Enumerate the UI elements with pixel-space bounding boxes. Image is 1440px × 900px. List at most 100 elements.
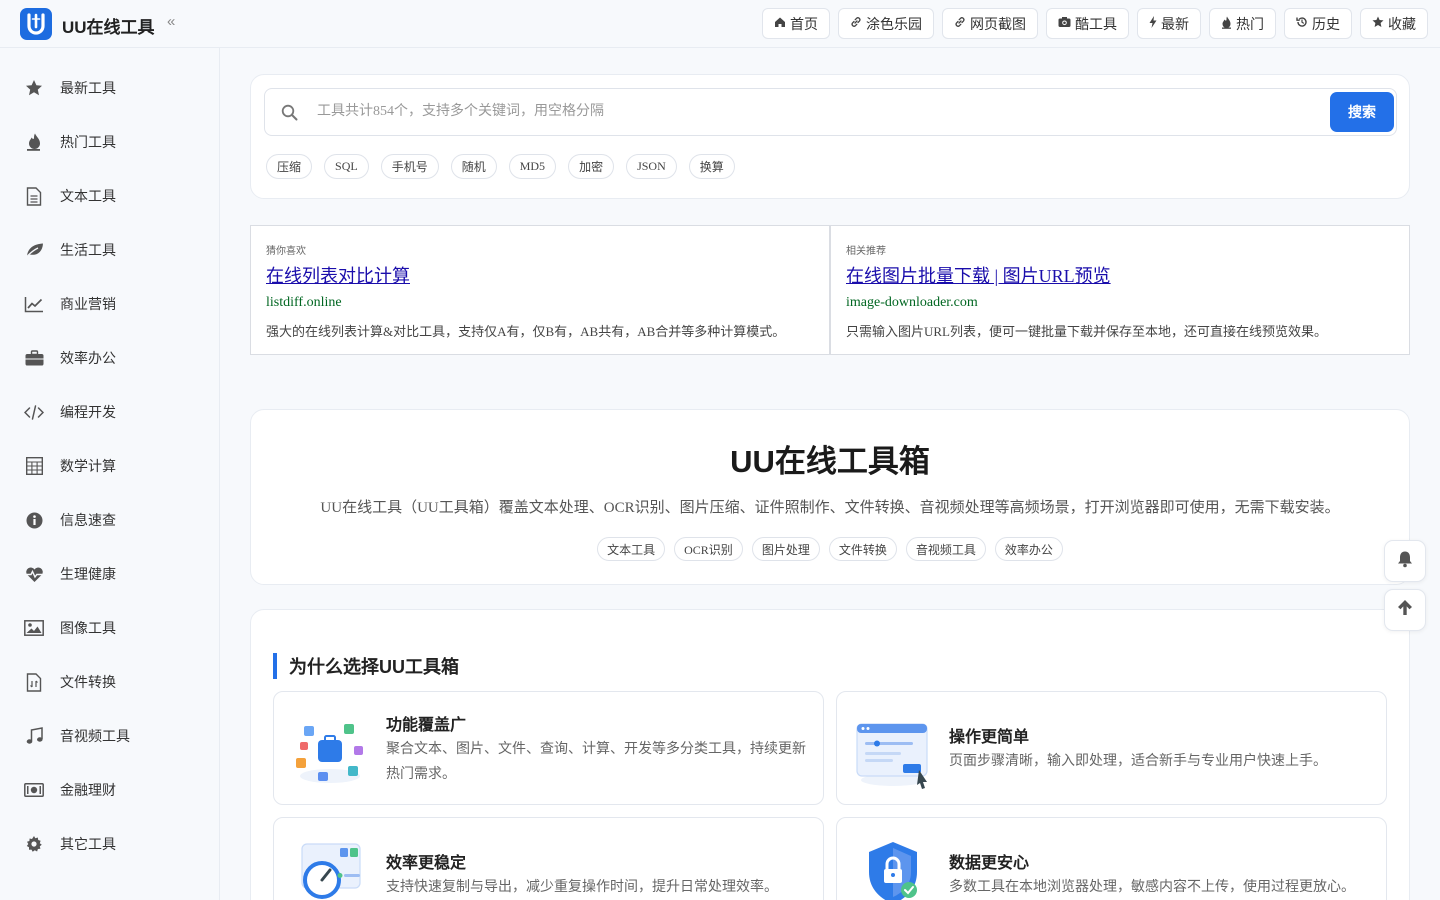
app-title[interactable]: UU在线工具 xyxy=(62,13,155,38)
sidebar-collapse-button[interactable]: « xyxy=(167,13,175,30)
hot-tag[interactable]: 随机 xyxy=(450,154,497,179)
intro-title: UU在线工具箱 xyxy=(730,444,930,479)
sidebar-item-hot[interactable]: 热门工具 xyxy=(0,122,219,162)
nav-history-button[interactable]: 历史 xyxy=(1284,8,1352,39)
hot-tag[interactable]: 压缩 xyxy=(266,154,313,179)
hot-tag[interactable]: MD5 xyxy=(508,154,557,179)
hot-tag[interactable]: 手机号 xyxy=(380,154,439,179)
hot-tag[interactable]: 加密 xyxy=(568,154,615,179)
intro-tag[interactable]: 音视频工具 xyxy=(905,537,986,561)
feature-title: 操作更简单 xyxy=(949,729,1030,746)
intro-tag[interactable]: 效率办公 xyxy=(994,537,1063,561)
search-input[interactable] xyxy=(317,98,1317,126)
intro-tag[interactable]: 图片处理 xyxy=(751,537,820,561)
nav-screenshot-button[interactable]: 网页截图 xyxy=(942,8,1038,39)
file-convert-icon xyxy=(24,672,44,692)
nav-hot-button[interactable]: 热门 xyxy=(1209,8,1276,39)
heartbeat-icon xyxy=(24,564,44,584)
nav-home-button[interactable]: 首页 xyxy=(762,8,830,39)
document-icon xyxy=(24,186,44,206)
ad-description: 只需输入图片URL列表，便可一键批量下载并保存至本地，还可直接在线预览效果。 xyxy=(846,324,1328,339)
top-header: UU在线工具 « 首页 涂色乐园 网页截图 酷工具 最新 热门 历史 收藏 xyxy=(0,0,1440,48)
nav-label: 酷工具 xyxy=(1075,15,1117,32)
sidebar-item-file-convert[interactable]: 文件转换 xyxy=(0,662,219,702)
nav-coloring-button[interactable]: 涂色乐园 xyxy=(838,8,934,39)
ad-card[interactable]: 相关推荐 在线图片批量下载 | 图片URL预览 image-downloader… xyxy=(830,225,1410,355)
nav-latest-button[interactable]: 最新 xyxy=(1137,8,1201,39)
sidebar-item-marketing[interactable]: 商业营销 xyxy=(0,284,219,324)
info-icon xyxy=(24,510,44,530)
sidebar-item-health[interactable]: 生理健康 xyxy=(0,554,219,594)
nav-label: 首页 xyxy=(790,15,818,32)
notification-button[interactable] xyxy=(1384,540,1426,582)
ad-url-link[interactable]: listdiff.online xyxy=(266,295,342,311)
intro-tag[interactable]: 文本工具 xyxy=(597,537,666,561)
sidebar-item-label: 编程开发 xyxy=(60,404,116,420)
intro-description: UU在线工具（UU工具箱）覆盖文本处理、OCR识别、图片压缩、证件照制作、文件转… xyxy=(320,500,1340,516)
intro-tag[interactable]: 文件转换 xyxy=(828,537,897,561)
nav-favorites-button[interactable]: 收藏 xyxy=(1360,8,1428,39)
hot-tag[interactable]: SQL xyxy=(324,154,369,179)
sidebar-item-label: 生理健康 xyxy=(60,566,116,582)
sidebar-item-text[interactable]: 文本工具 xyxy=(0,176,219,216)
search-card: 搜索 压缩 SQL 手机号 随机 MD5 加密 JSON 换算 xyxy=(250,74,1410,199)
sidebar-item-image[interactable]: 图像工具 xyxy=(0,608,219,648)
ad-title-link[interactable]: 在线列表对比计算 xyxy=(266,262,410,288)
feature-card: 功能覆盖广 聚合文本、图片、文件、查询、计算、开发等多分类工具，持续更新热门需求… xyxy=(273,691,824,805)
sidebar-item-other[interactable]: 其它工具 xyxy=(0,824,219,864)
sidebar-item-dev[interactable]: 编程开发 xyxy=(0,392,219,432)
sidebar-item-label: 图像工具 xyxy=(60,620,116,636)
briefcase-icon xyxy=(24,348,44,368)
feature-title: 数据更安心 xyxy=(949,855,1030,872)
hot-tag[interactable]: 换算 xyxy=(688,154,735,179)
feature-illustration xyxy=(851,838,935,900)
feature-card: 效率更稳定 支持快速复制与导出，减少重复操作时间，提升日常处理效率。 xyxy=(273,817,824,900)
nav-label: 网页截图 xyxy=(970,15,1026,32)
back-to-top-button[interactable] xyxy=(1384,589,1426,631)
sidebar-item-label: 热门工具 xyxy=(60,134,116,150)
sidebar-item-label: 其它工具 xyxy=(60,836,116,852)
ad-title-link[interactable]: 在线图片批量下载 | 图片URL预览 xyxy=(846,262,1111,288)
sidebar-item-label: 金融理财 xyxy=(60,782,116,798)
ad-label: 猜你喜欢 xyxy=(266,246,306,257)
feature-description: 支持快速复制与导出，减少重复操作时间，提升日常处理效率。 xyxy=(386,880,778,895)
sidebar-item-office[interactable]: 效率办公 xyxy=(0,338,219,378)
sidebar-item-life[interactable]: 生活工具 xyxy=(0,230,219,270)
hot-tag[interactable]: JSON xyxy=(626,154,677,179)
sidebar: 最新工具 热门工具 文本工具 生活工具 商业营销 效率办公 编程开发 数学计算 … xyxy=(0,48,220,900)
sidebar-item-finance[interactable]: 金融理财 xyxy=(0,770,219,810)
star-icon xyxy=(24,78,44,98)
gear-icon xyxy=(24,834,44,854)
sidebar-item-av[interactable]: 音视频工具 xyxy=(0,716,219,756)
history-icon xyxy=(1296,16,1308,31)
nav-cool-tools-button[interactable]: 酷工具 xyxy=(1046,8,1129,39)
sidebar-item-info[interactable]: 信息速查 xyxy=(0,500,219,540)
intro-card: UU在线工具箱 UU在线工具（UU工具箱）覆盖文本处理、OCR识别、图片压缩、证… xyxy=(250,409,1410,585)
ad-card[interactable]: 猜你喜欢 在线列表对比计算 listdiff.online 强大的在线列表计算&… xyxy=(250,225,830,355)
fire-icon xyxy=(1221,16,1232,32)
leaf-icon xyxy=(24,240,44,260)
feature-description: 页面步骤清晰，输入即处理，适合新手与专业用户快速上手。 xyxy=(949,754,1327,769)
search-icon xyxy=(281,104,298,126)
calculator-icon xyxy=(24,456,44,476)
search-button[interactable]: 搜索 xyxy=(1330,92,1394,132)
ad-url-link[interactable]: image-downloader.com xyxy=(846,295,978,311)
star-icon xyxy=(1372,16,1384,31)
link-icon xyxy=(850,16,862,31)
intro-tag[interactable]: OCR识别 xyxy=(674,537,743,561)
sidebar-item-label: 生活工具 xyxy=(60,242,116,258)
section-title: 为什么选择UU工具箱 xyxy=(273,653,459,679)
camera-icon xyxy=(1058,16,1071,31)
money-icon xyxy=(24,780,44,800)
nav-label: 最新 xyxy=(1161,15,1189,32)
ad-label: 相关推荐 xyxy=(846,246,886,257)
sidebar-item-latest[interactable]: 最新工具 xyxy=(0,68,219,108)
sidebar-item-math[interactable]: 数学计算 xyxy=(0,446,219,486)
bell-icon xyxy=(1396,550,1414,573)
code-icon xyxy=(24,402,44,422)
feature-description: 聚合文本、图片、文件、查询、计算、开发等多分类工具，持续更新热门需求。 xyxy=(386,742,806,782)
app-logo[interactable] xyxy=(20,8,52,40)
search-box: 搜索 xyxy=(264,88,1397,136)
feature-card: 操作更简单 页面步骤清晰，输入即处理，适合新手与专业用户快速上手。 xyxy=(836,691,1387,805)
sidebar-item-label: 效率办公 xyxy=(60,350,116,366)
